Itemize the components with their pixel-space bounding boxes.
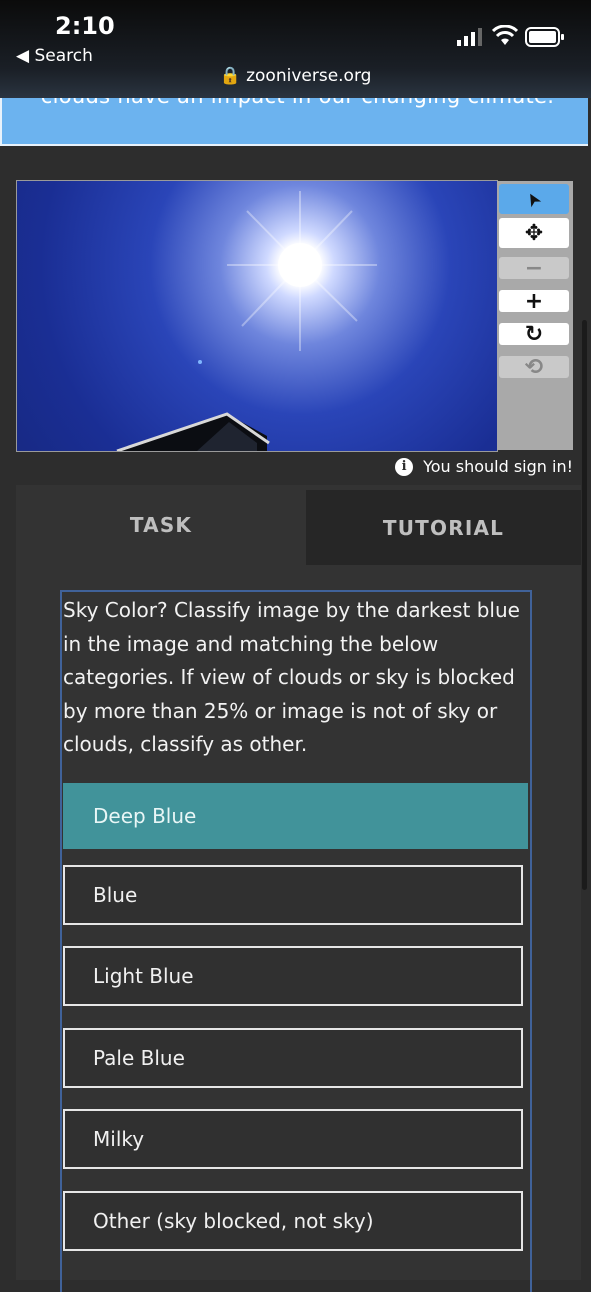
tab-task[interactable]: TASK: [16, 485, 306, 565]
subject-image[interactable]: [16, 180, 498, 452]
lock-icon: 🔒: [219, 66, 241, 86]
viewer-toolbar: ➤ ✥ − + ↻ ⟲: [497, 181, 573, 450]
sign-in-notice[interactable]: i You should sign in!: [395, 457, 573, 476]
cellular-signal-icon: [457, 28, 482, 46]
plus-icon: +: [524, 288, 544, 314]
answer-milky[interactable]: Milky: [63, 1109, 523, 1169]
info-icon: i: [395, 457, 414, 476]
sky-photo: [116, 191, 377, 451]
banner-text: clouds have an impact in our changing cl…: [2, 98, 588, 108]
scrollbar[interactable]: [582, 320, 587, 890]
address-bar[interactable]: 🔒 zooniverse.org: [0, 66, 591, 86]
url-text: zooniverse.org: [246, 66, 372, 86]
sign-in-text: You should sign in!: [423, 457, 573, 476]
status-bar: 2:10 ◀ Search 🔒 zooniverse.org: [0, 0, 591, 98]
cursor-icon: ➤: [521, 187, 547, 211]
zoom-in-button[interactable]: +: [499, 288, 569, 314]
answer-light-blue[interactable]: Light Blue: [63, 946, 523, 1006]
answer-blue[interactable]: Blue: [63, 865, 523, 925]
rotate-icon: ↻: [524, 321, 544, 347]
reset-icon: ⟲: [524, 354, 544, 380]
move-tool-button[interactable]: ✥: [499, 218, 569, 248]
answer-pale-blue[interactable]: Pale Blue: [63, 1028, 523, 1088]
tab-tutorial[interactable]: TUTORIAL: [306, 490, 581, 565]
wifi-icon: [492, 25, 518, 45]
minus-icon: −: [524, 255, 544, 281]
answer-other[interactable]: Other (sky blocked, not sky): [63, 1191, 523, 1251]
back-to-search-link[interactable]: ◀ Search: [16, 46, 93, 66]
answer-deep-blue[interactable]: Deep Blue: [63, 783, 528, 849]
pointer-tool-button[interactable]: ➤: [499, 184, 569, 214]
battery-icon: [525, 27, 564, 47]
project-banner: clouds have an impact in our changing cl…: [0, 98, 588, 146]
zoom-out-button[interactable]: −: [499, 255, 569, 281]
rotate-button[interactable]: ↻: [499, 321, 569, 347]
clock: 2:10: [55, 12, 115, 40]
reset-view-button[interactable]: ⟲: [499, 354, 569, 380]
task-question: Sky Color? Classify image by the darkest…: [63, 598, 520, 756]
move-icon: ✥: [524, 220, 544, 246]
